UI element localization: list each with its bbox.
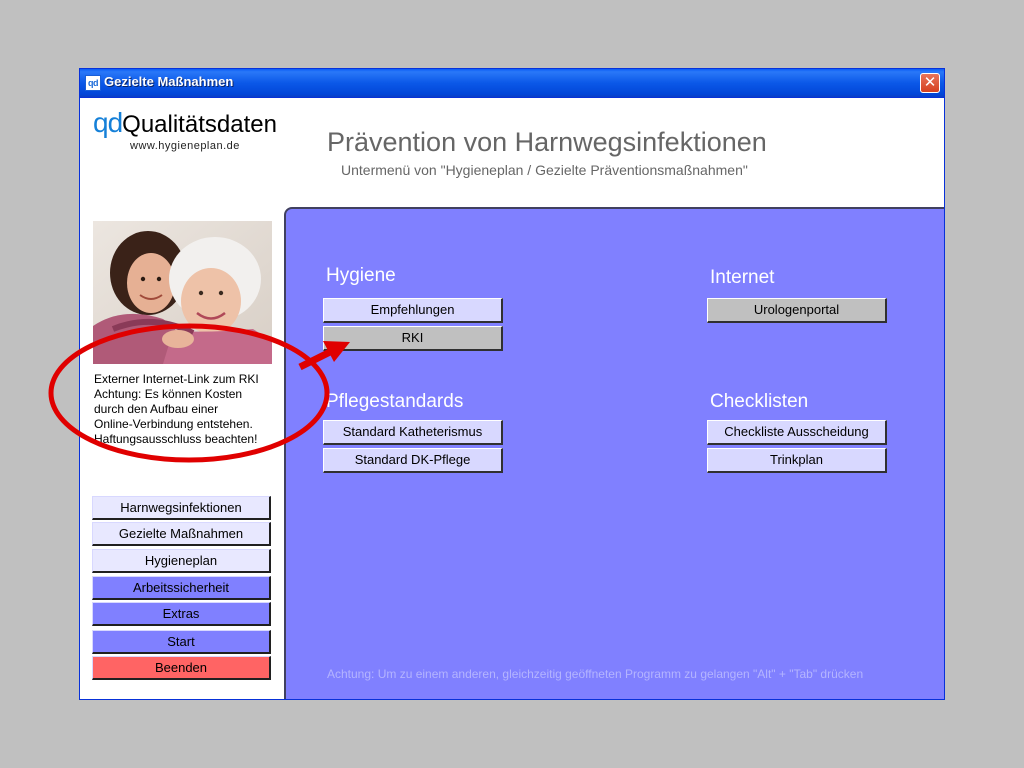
annotation-ellipse [48,323,330,463]
annotation-arrow-icon [298,341,350,371]
annotation-overlay [48,323,350,463]
app-window: qd Gezielte Maßnahmen ✕ qdQualitätsdaten… [48,68,945,700]
